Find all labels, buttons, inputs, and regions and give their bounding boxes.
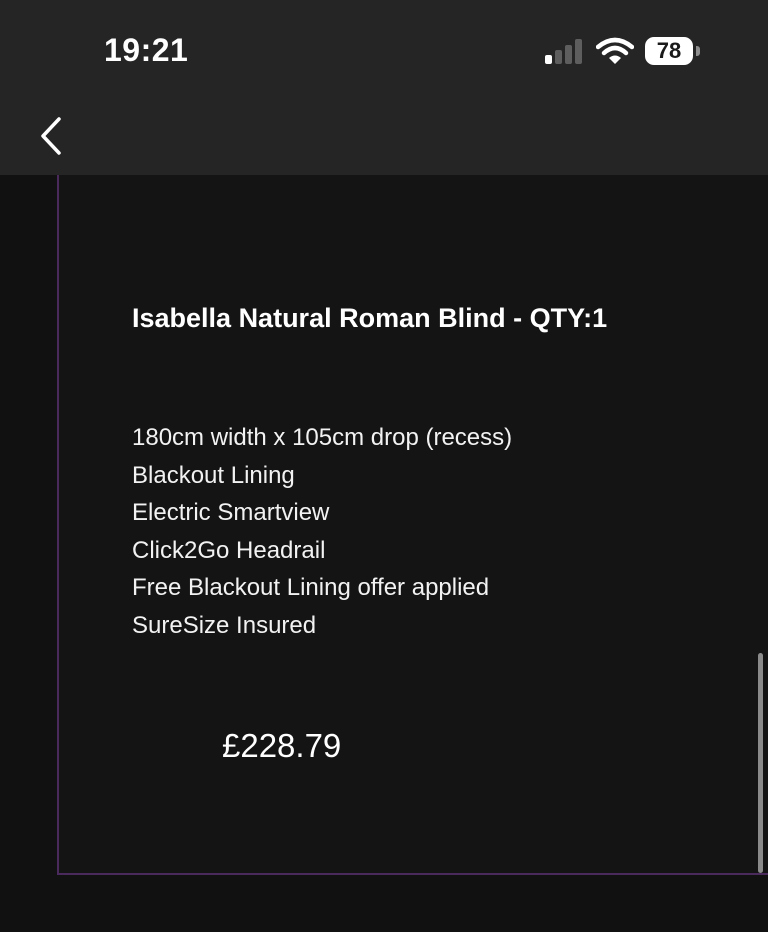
battery-level: 78 (645, 37, 693, 65)
navigation-bar (0, 100, 768, 175)
spec-item: Free Blackout Lining offer applied (132, 574, 490, 602)
status-time: 19:21 (104, 32, 189, 68)
status-bar: 19:21 78 (0, 0, 768, 100)
order-item-card: Isabella Natural Roman Blind - QTY:1 180… (57, 175, 768, 875)
cellular-signal-icon (545, 38, 585, 64)
battery-cap (696, 46, 700, 56)
product-title: Isabella Natural Roman Blind - QTY:1 (132, 303, 608, 333)
spec-item: Click2Go Headrail (132, 536, 326, 564)
spec-item: SureSize Insured (132, 611, 317, 639)
battery-icon: 78 (645, 37, 701, 65)
scrollbar[interactable] (758, 653, 763, 873)
spec-item: Electric Smartview (132, 499, 330, 527)
back-button[interactable] (30, 112, 74, 160)
chevron-left-icon (41, 117, 61, 155)
wifi-icon (596, 37, 634, 64)
product-price: £228.79 (222, 727, 342, 764)
product-spec-list: 180cm width x 105cm drop (recess) Blacko… (132, 419, 512, 645)
spec-item: Blackout Lining (132, 461, 295, 489)
spec-item: 180cm width x 105cm drop (recess) (132, 424, 513, 451)
